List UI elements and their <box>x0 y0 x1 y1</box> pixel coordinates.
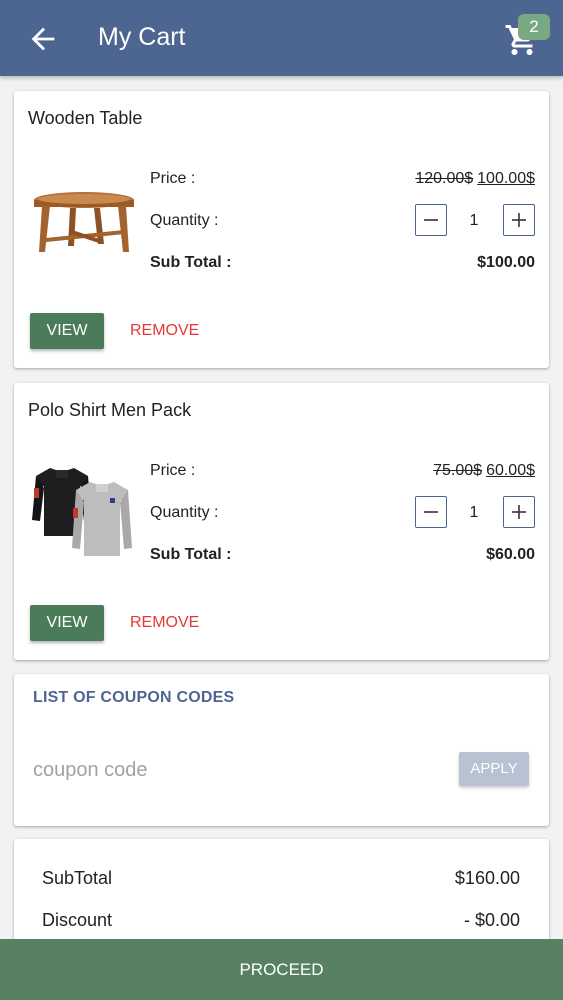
wooden-table-image <box>28 166 140 278</box>
cart-item-card: Wooden Table Price : 120.00$ 100.00$ Quan… <box>14 91 549 368</box>
original-price: 120.00$ <box>415 170 474 187</box>
remove-button[interactable]: REMOVE <box>130 313 199 349</box>
subtotal-label: Sub Total : <box>150 254 232 271</box>
coupon-codes-link[interactable]: LIST OF COUPON CODES <box>33 689 234 707</box>
summary-subtotal-label: SubTotal <box>42 868 113 888</box>
decrease-quantity-button[interactable] <box>415 496 447 528</box>
page-title: My Cart <box>98 23 186 51</box>
increase-quantity-button[interactable] <box>503 204 535 236</box>
price-values: 120.00$ 100.00$ <box>415 170 535 188</box>
original-price: 75.00$ <box>433 462 483 479</box>
quantity-label: Quantity : <box>150 212 219 229</box>
coupon-card: LIST OF COUPON CODES APPLY <box>14 674 549 826</box>
summary-discount-value: - $0.00 <box>463 910 520 930</box>
decrease-quantity-button[interactable] <box>415 204 447 236</box>
summary-discount-label: Discount <box>42 910 113 930</box>
view-button[interactable]: VIEW <box>30 313 104 349</box>
back-button[interactable] <box>26 22 60 56</box>
discounted-price: 100.00$ <box>477 170 535 187</box>
price-values: 75.00$ 60.00$ <box>433 462 535 480</box>
app-bar: My Cart 2 <box>0 0 563 76</box>
polo-shirts-image <box>28 458 140 570</box>
item-name: Polo Shirt Men Pack <box>28 400 192 420</box>
remove-button[interactable]: REMOVE <box>130 605 199 641</box>
minus-icon <box>424 511 438 513</box>
view-button[interactable]: VIEW <box>30 605 104 641</box>
increase-quantity-button[interactable] <box>503 496 535 528</box>
quantity-label: Quantity : <box>150 504 219 521</box>
quantity-value: 1 <box>469 504 479 521</box>
coupon-code-input[interactable] <box>33 754 433 786</box>
cart-count-badge: 2 <box>518 14 550 40</box>
summary-subtotal-value: $160.00 <box>454 868 520 888</box>
apply-coupon-button[interactable]: APPLY <box>459 752 529 786</box>
discounted-price: 60.00$ <box>486 462 535 479</box>
subtotal-label: Sub Total : <box>150 546 232 563</box>
subtotal-value: $100.00 <box>477 254 535 271</box>
cart-item-card: Polo Shirt Men Pack Price : 75.00$ 60.00$… <box>14 383 549 660</box>
item-name: Wooden Table <box>28 108 143 128</box>
subtotal-value: $60.00 <box>486 546 535 563</box>
price-label: Price : <box>150 462 196 479</box>
plus-icon <box>512 213 526 227</box>
plus-icon <box>512 505 526 519</box>
minus-icon <box>424 219 438 221</box>
arrow-back-icon <box>31 27 55 51</box>
price-label: Price : <box>150 170 196 187</box>
proceed-button[interactable]: PROCEED <box>0 939 563 1000</box>
quantity-value: 1 <box>469 212 479 229</box>
